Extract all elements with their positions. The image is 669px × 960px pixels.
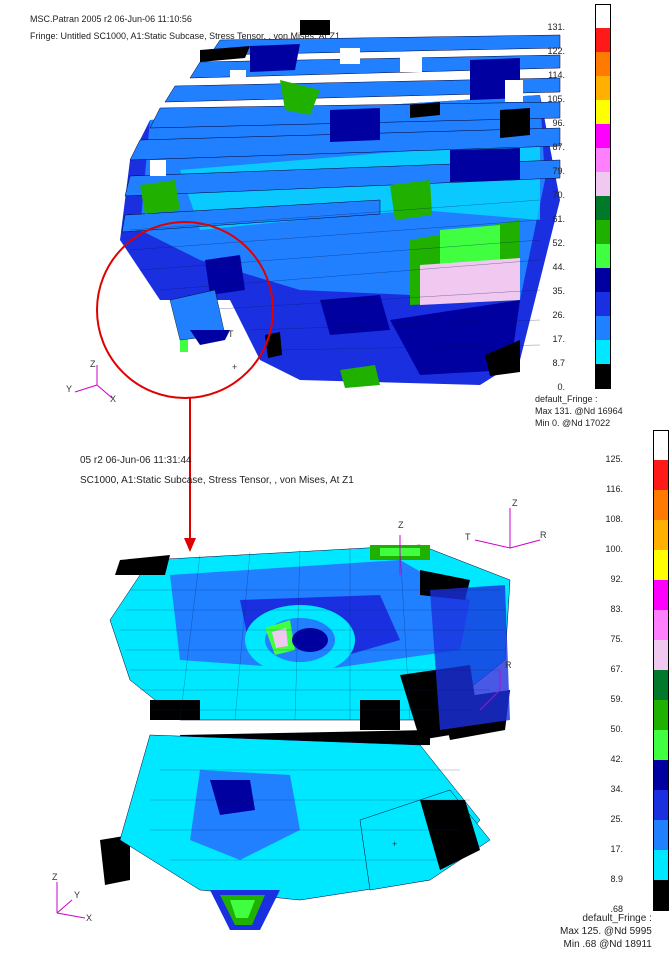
- bottom-legend-swatch: [653, 430, 669, 461]
- bottom-legend-value: 83.: [610, 604, 623, 614]
- bottom-coord-r2: R: [505, 660, 512, 670]
- bottom-legend-swatch: [653, 580, 669, 610]
- bottom-axis-z: Z: [52, 872, 58, 882]
- bottom-legend-value: 25.: [610, 814, 623, 824]
- bottom-fringe-legend: 125. 116. 108. 100. 92. 83. 75. 67. 59. 50. 42. 34.…: [605, 430, 669, 920]
- bottom-legend-swatch: [653, 670, 669, 700]
- bottom-coord-z: Z: [512, 498, 518, 508]
- bottom-legend-value: 17.: [610, 844, 623, 854]
- bottom-legend-value: 50.: [610, 724, 623, 734]
- bottom-coord-r: R: [540, 530, 547, 540]
- bottom-legend-value: 67.: [610, 664, 623, 674]
- bottom-legend-swatch: [653, 880, 669, 911]
- bottom-legend-value: 75.: [610, 634, 623, 644]
- bottom-legend-value: 8.9: [610, 874, 623, 884]
- bottom-legend-swatch: [653, 550, 669, 580]
- bottom-coord-t: T: [465, 532, 471, 542]
- bottom-legend-value: 100.: [605, 544, 623, 554]
- bottom-legend-value: 34.: [610, 784, 623, 794]
- bottom-legend-value: 42.: [610, 754, 623, 764]
- bottom-axis-y: Y: [74, 890, 80, 900]
- bottom-legend-swatch: [653, 460, 669, 490]
- bottom-legend-swatch: [653, 640, 669, 670]
- bottom-legend-value: 92.: [610, 574, 623, 584]
- bottom-view-triad: [56, 882, 86, 919]
- bottom-legend-value: 116.: [606, 484, 623, 494]
- bottom-fringe-max: Max 125. @Nd 5995: [560, 926, 652, 937]
- bottom-fringe-title: default_Fringe :: [582, 913, 652, 924]
- bottom-legend-swatch: [653, 850, 669, 880]
- bottom-legend-value: 125.: [605, 454, 623, 464]
- bottom-legend-swatch: [653, 760, 669, 790]
- bottom-fem-model-view[interactable]: Z T R R Z + Z Y X: [0, 0, 669, 960]
- bottom-legend-swatch: [653, 820, 669, 850]
- svg-text:+: +: [392, 839, 397, 849]
- bottom-legend-swatch: [653, 490, 669, 520]
- bottom-axis-x: X: [86, 913, 92, 923]
- bottom-fringe-info: default_Fringe : Max 125. @Nd 5995 Min .…: [560, 912, 652, 951]
- bottom-legend-value: 59.: [610, 694, 623, 704]
- bottom-legend-value: 108.: [605, 514, 623, 524]
- bottom-legend-swatch: [653, 730, 669, 760]
- bottom-legend-swatch: [653, 700, 669, 730]
- bottom-fringe-min: Min .68 @Nd 18911: [563, 939, 652, 950]
- bottom-coord-t2: Z: [398, 520, 404, 530]
- bottom-legend-swatch: [653, 790, 669, 820]
- bottom-legend-swatch: [653, 610, 669, 640]
- bottom-legend-swatch: [653, 520, 669, 550]
